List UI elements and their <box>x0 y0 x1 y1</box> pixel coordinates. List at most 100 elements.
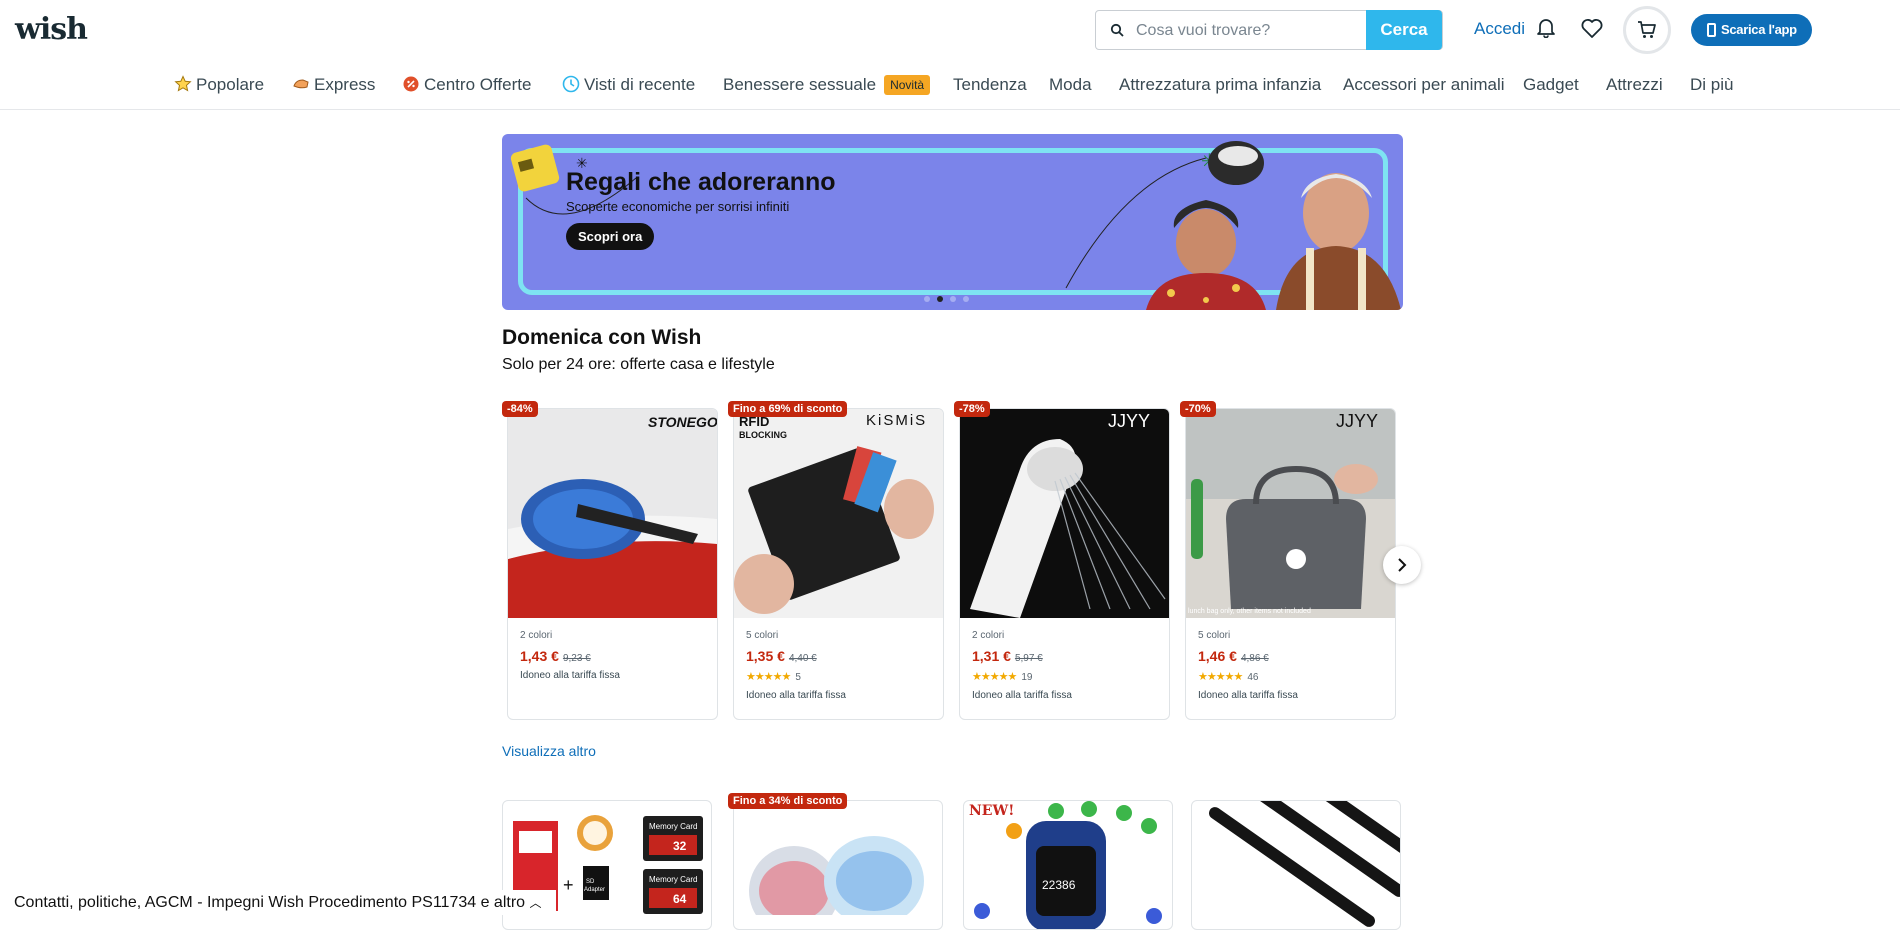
product-image: STONEGO <box>508 409 717 618</box>
cart-button[interactable] <box>1623 6 1671 54</box>
carousel-dots <box>924 289 976 307</box>
old-price: 4,86 € <box>1240 653 1269 664</box>
search-icon <box>1110 23 1124 37</box>
footer-links[interactable]: Contatti, politiche, AGCM - Impegni Wish… <box>0 890 556 915</box>
product-image <box>1208 801 1400 927</box>
flat-rate-note: Idoneo alla tariffa fissa <box>972 690 1072 701</box>
cart-icon <box>1638 21 1656 38</box>
express-icon <box>293 79 309 89</box>
discount-badge: -70% <box>1180 401 1216 417</box>
product-image: lunch bag only, other items not included… <box>1186 409 1395 618</box>
clock-icon <box>562 75 580 93</box>
product-image: NEW! 22386 <box>969 801 1162 929</box>
phone-icon <box>1707 23 1716 37</box>
brand-label: STONEGO <box>648 414 717 430</box>
login-link[interactable]: Accedi <box>1474 19 1525 39</box>
heart-icon[interactable] <box>1580 17 1604 39</box>
nav-item-express[interactable]: Express <box>292 73 375 97</box>
header: wish Cerca Accedi Scarica l'app Popolare… <box>0 0 1900 110</box>
review-count: 5 <box>795 672 801 683</box>
nav-item-popolare[interactable]: Popolare <box>174 73 264 97</box>
view-more-link[interactable]: Visualizza altro <box>502 743 596 759</box>
chevron-up-icon: ︿ <box>529 896 542 910</box>
product-card[interactable] <box>1191 800 1401 930</box>
svg-text:+: + <box>563 875 574 895</box>
wish-logo[interactable]: wish <box>15 12 88 47</box>
section-subtitle: Solo per 24 ore: offerte casa e lifestyl… <box>502 356 775 373</box>
product-card[interactable]: -78% JJYY 2 colori 1,31 €5,97 € ★★★★★ 19 … <box>954 401 1170 720</box>
nav-item-di-piu[interactable]: Di più <box>1690 73 1733 97</box>
new-badge: Novità <box>884 75 931 95</box>
brand-label: JJYY <box>1336 411 1378 431</box>
carousel-dot[interactable] <box>950 296 956 302</box>
nav-item-tendenza[interactable]: Tendenza <box>953 73 1027 97</box>
search-input[interactable] <box>1136 19 1356 43</box>
banner-subtitle: Scoperte economiche per sorrisi infiniti <box>566 199 790 214</box>
colors-count: 2 colori <box>972 630 1005 641</box>
discount-badge: Fino a 34% di sconto <box>728 793 848 809</box>
flat-rate-note: Idoneo alla tariffa fissa <box>520 670 620 681</box>
product-image: JJYY <box>960 409 1169 618</box>
colors-count: 5 colori <box>746 630 779 641</box>
rating-stars: ★★★★★ 19 <box>972 671 1033 683</box>
nav-item-moda[interactable]: Moda <box>1049 73 1092 97</box>
nav-item-attrezzatura-prima-infanzia[interactable]: Attrezzatura prima infanzia <box>1119 73 1321 97</box>
svg-text:Adapter: Adapter <box>584 887 605 893</box>
download-app-button[interactable]: Scarica l'app <box>1691 14 1812 46</box>
colors-count: 2 colori <box>520 630 553 641</box>
nav-item-benessere-sessuale[interactable]: Benessere sessuale Novità <box>723 73 931 97</box>
svg-text:NEW!: NEW! <box>969 803 1014 819</box>
deals-icon <box>403 76 419 92</box>
bell-icon[interactable] <box>1535 16 1557 38</box>
product-card[interactable]: -70% lunch bag only, other items not inc… <box>1180 401 1396 720</box>
svg-text:SD: SD <box>586 879 595 885</box>
price: 1,31 €5,97 € <box>972 648 1043 664</box>
banner-title: Regali che adoreranno <box>566 168 836 196</box>
chevron-right-icon <box>1398 558 1407 572</box>
price: 1,35 €4,40 € <box>746 648 817 664</box>
rating-stars: ★★★★★ 46 <box>1198 671 1259 683</box>
search-button[interactable]: Cerca <box>1366 10 1442 50</box>
price: 1,46 €4,86 € <box>1198 648 1269 664</box>
carousel-dot[interactable] <box>963 296 969 302</box>
product-image <box>749 836 924 930</box>
discount-badge: -84% <box>502 401 538 417</box>
product-card[interactable]: Fino a 34% di sconto <box>728 793 943 930</box>
nav-item-visti-di-recente[interactable]: Visti di recente <box>562 73 695 97</box>
banner-cta-button[interactable]: Scopri ora <box>566 223 655 250</box>
review-count: 46 <box>1247 672 1259 683</box>
star-icon <box>174 75 192 92</box>
svg-text:22386: 22386 <box>1042 878 1076 892</box>
promo-banner[interactable]: ✳ ✳ Regali che adoreranno Scoperte econo… <box>502 134 1403 310</box>
colors-count: 5 colori <box>1198 630 1231 641</box>
brand-label: KiSMiS <box>866 412 927 429</box>
carousel-dot[interactable] <box>924 296 930 302</box>
rating-stars: ★★★★★ 5 <box>746 671 801 683</box>
flat-rate-note: Idoneo alla tariffa fissa <box>746 690 846 701</box>
category-nav: Popolare Express Centro Offerte Visti di… <box>0 73 1900 97</box>
flat-rate-note: Idoneo alla tariffa fissa <box>1198 690 1298 701</box>
download-app-label: Scarica l'app <box>1721 22 1797 37</box>
svg-text:BLOCKING: BLOCKING <box>739 430 787 440</box>
svg-text:64: 64 <box>673 892 687 906</box>
product-card[interactable]: Fino a 69% di sconto RFID BLOCKING KiSMi… <box>728 401 944 720</box>
nav-item-centro-offerte[interactable]: Centro Offerte <box>402 73 531 97</box>
svg-text:lunch bag only, other items no: lunch bag only, other items not included <box>1188 608 1311 615</box>
discount-badge: Fino a 69% di sconto <box>728 401 848 417</box>
nav-item-gadget[interactable]: Gadget <box>1523 73 1579 97</box>
brand-label: JJYY <box>1108 411 1150 431</box>
old-price: 5,97 € <box>1014 653 1043 664</box>
price: 1,43 €9,23 € <box>520 648 591 664</box>
product-image: RFID BLOCKING KiSMiS <box>734 409 943 618</box>
product-card[interactable]: NEW! 22386 <box>963 800 1173 930</box>
nav-item-attrezzi[interactable]: Attrezzi <box>1606 73 1663 97</box>
svg-text:Memory Card: Memory Card <box>649 875 697 884</box>
review-count: 19 <box>1021 672 1033 683</box>
svg-text:Memory Card: Memory Card <box>649 822 697 831</box>
carousel-next-button[interactable] <box>1383 546 1421 584</box>
carousel-dot-active[interactable] <box>937 296 943 302</box>
section-title: Domenica con Wish <box>502 326 702 349</box>
nav-item-accessori-per-animali[interactable]: Accessori per animali <box>1343 73 1505 97</box>
old-price: 4,40 € <box>788 653 817 664</box>
product-card[interactable]: -84% STONEGO 2 colori 1,43 €9,23 € Idone… <box>502 401 718 720</box>
